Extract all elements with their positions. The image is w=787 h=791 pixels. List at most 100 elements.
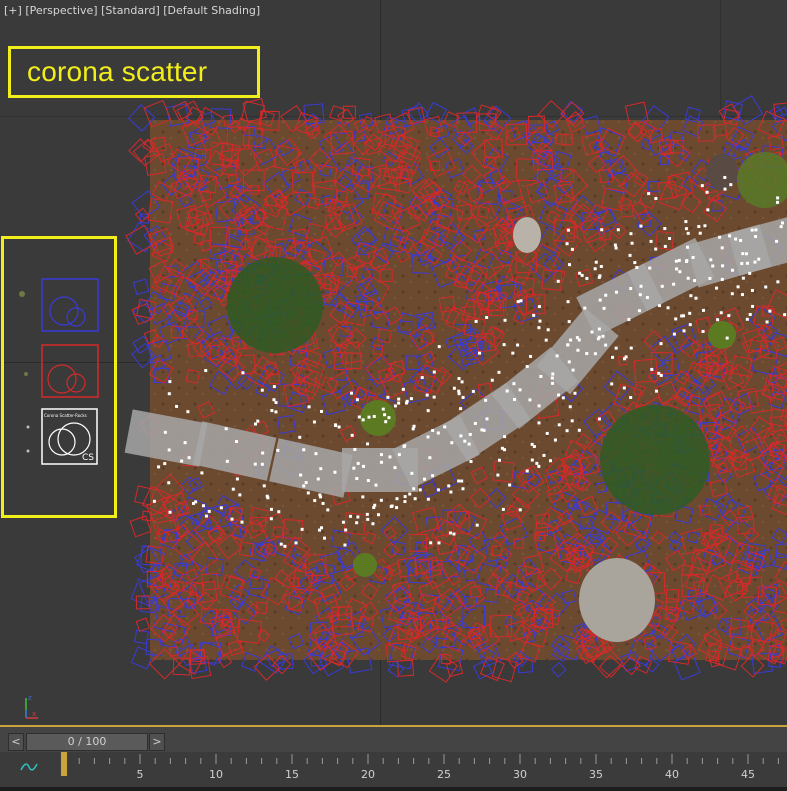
white-scatter-instance: [362, 464, 366, 468]
next-frame-button[interactable]: >: [149, 733, 165, 751]
white-scatter-instance: [397, 453, 401, 457]
white-scatter-instance: [629, 287, 633, 291]
white-scatter-instance: [718, 235, 722, 239]
white-scatter-instance: [167, 481, 171, 485]
white-scatter-instance: [537, 326, 541, 330]
red-scatter-icon[interactable]: [41, 344, 99, 398]
white-scatter-instance: [675, 267, 679, 271]
white-scatter-instance: [457, 377, 461, 381]
viewport-shading-menu[interactable]: [Default Shading]: [163, 4, 260, 17]
white-scatter-instance: [304, 481, 308, 485]
blue-scatter-box: [387, 660, 405, 678]
previous-frame-button[interactable]: <: [8, 733, 24, 751]
white-scatter-instance: [708, 276, 712, 280]
white-scatter-instance: [548, 459, 552, 463]
viewport-standard-menu[interactable]: [Standard]: [101, 4, 160, 17]
viewport-pov-menu[interactable]: [Perspective]: [25, 4, 97, 17]
active-viewport-border: [0, 725, 787, 727]
white-scatter-instance: [639, 284, 643, 288]
white-scatter-instance: [721, 264, 725, 268]
white-scatter-instance: [485, 315, 489, 319]
white-scatter-instance: [410, 471, 414, 475]
white-scatter-instance: [518, 388, 522, 392]
timeline-ruler[interactable]: 5 10 15 20 25 30 35 40 45: [60, 752, 787, 787]
white-scatter-instance: [689, 294, 693, 298]
white-scatter-instance: [393, 404, 397, 408]
white-scatter-instance: [337, 425, 341, 429]
white-scatter-instance: [388, 455, 392, 459]
white-scatter-instance: [725, 336, 729, 340]
red-scatter-box: [135, 617, 151, 633]
red-scatter-box: [491, 656, 518, 683]
white-scatter-instance: [553, 438, 557, 442]
white-scatter-instance: [638, 293, 642, 297]
white-scatter-instance: [167, 392, 171, 396]
white-scatter-instance: [333, 470, 337, 474]
blue-scatter-icon[interactable]: [41, 278, 99, 332]
white-scatter-instance: [356, 461, 360, 465]
white-scatter-instance: [594, 260, 598, 264]
white-scatter-instance: [544, 338, 548, 342]
white-scatter-instance: [256, 419, 260, 423]
white-scatter-instance: [469, 460, 473, 464]
white-scatter-instance: [545, 431, 549, 435]
white-scatter-instance: [478, 351, 482, 355]
white-scatter-instance: [367, 415, 371, 419]
white-scatter-instance: [395, 506, 399, 510]
white-scatter-instance: [318, 528, 322, 532]
white-scatter-instance: [556, 279, 560, 283]
plant-cluster: [708, 321, 736, 349]
white-scatter-instance: [428, 456, 432, 460]
white-scatter-instance: [711, 264, 715, 268]
white-scatter-instance: [425, 393, 429, 397]
white-scatter-instance: [538, 319, 542, 323]
white-scatter-instance: [614, 290, 618, 294]
white-scatter-instance: [566, 228, 570, 232]
white-scatter-instance: [750, 228, 754, 232]
track-bar[interactable]: 5 10 15 20 25 30 35 40 45: [0, 752, 787, 787]
axis-tripod: z x: [18, 688, 48, 724]
white-scatter-instance: [262, 484, 266, 488]
corona-scatter-icon[interactable]: Corona Scatter-Rocks CS: [41, 408, 98, 465]
white-scatter-instance: [473, 421, 477, 425]
white-scatter-instance: [660, 284, 664, 288]
mini-curve-editor-icon[interactable]: [18, 758, 40, 776]
frame-slider[interactable]: 0 / 100: [26, 733, 148, 751]
white-scatter-instance: [225, 459, 229, 463]
white-scatter-instance: [537, 421, 541, 425]
legend-dot: [26, 425, 30, 429]
white-scatter-instance: [355, 398, 359, 402]
white-scatter-instance: [688, 323, 692, 327]
white-scatter-instance: [723, 175, 727, 179]
white-scatter-instance: [276, 448, 280, 452]
white-scatter-instance: [779, 225, 783, 229]
white-scatter-instance: [348, 514, 352, 518]
white-scatter-instance: [716, 318, 720, 322]
white-scatter-instance: [593, 267, 597, 271]
svg-text:z: z: [28, 694, 32, 702]
timeline-tick-label: 5: [137, 768, 144, 781]
viewport-plus-menu[interactable]: [+]: [4, 4, 22, 17]
white-scatter-instance: [597, 327, 601, 331]
white-scatter-instance: [361, 495, 365, 499]
white-scatter-instance: [568, 405, 572, 409]
legend-dot: [26, 449, 30, 453]
white-scatter-instance: [379, 498, 383, 502]
white-scatter-instance: [350, 391, 354, 395]
white-scatter-instance: [412, 487, 416, 491]
white-scatter-instance: [418, 488, 422, 492]
white-scatter-instance: [420, 376, 424, 380]
white-scatter-instance: [497, 458, 501, 462]
white-scatter-instance: [577, 428, 581, 432]
white-scatter-instance: [383, 413, 387, 417]
white-scatter-instance: [448, 531, 452, 535]
white-scatter-instance: [601, 334, 605, 338]
perspective-viewport[interactable]: [+] [Perspective] [Standard] [Default Sh…: [0, 0, 787, 725]
white-scatter-instance: [461, 487, 465, 491]
white-scatter-instance: [573, 391, 577, 395]
timeline-tick-label: 30: [513, 768, 527, 781]
white-scatter-instance: [530, 458, 534, 462]
white-scatter-instance: [610, 382, 614, 386]
white-scatter-instance: [719, 311, 723, 315]
white-scatter-instance: [201, 504, 205, 508]
